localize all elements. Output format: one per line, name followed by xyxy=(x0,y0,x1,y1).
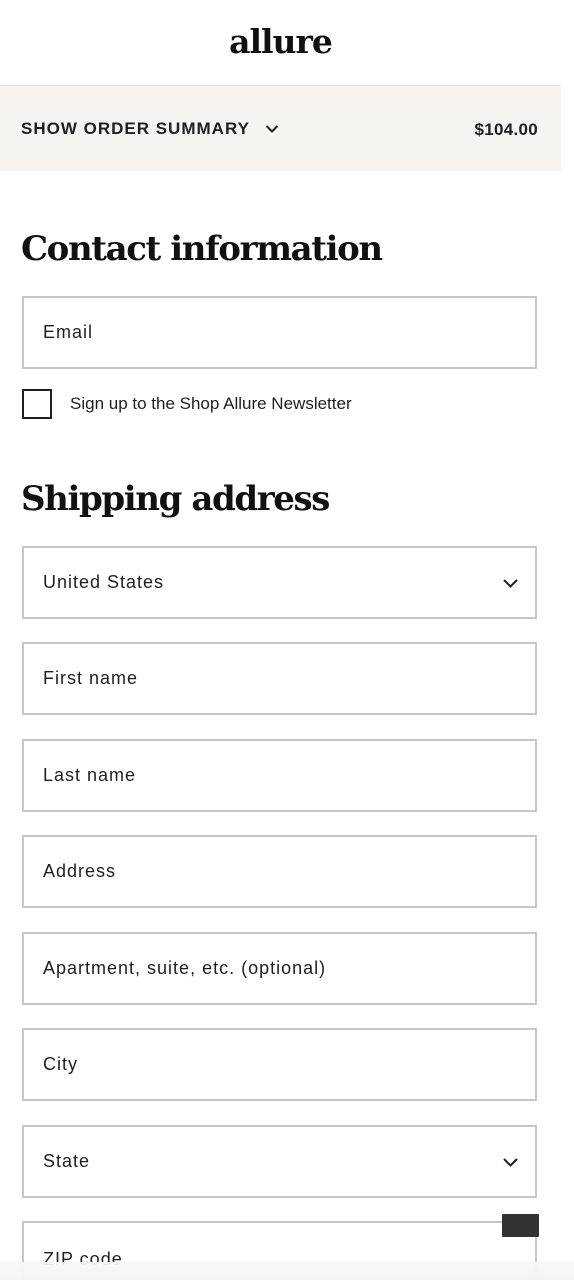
newsletter-label[interactable]: Sign up to the Shop Allure Newsletter xyxy=(70,394,352,414)
state-select[interactable]: State xyxy=(22,1125,537,1198)
apartment-input[interactable] xyxy=(24,934,535,1003)
order-summary-label: SHOW ORDER SUMMARY xyxy=(21,119,250,138)
first-name-input[interactable] xyxy=(24,644,535,713)
city-field[interactable] xyxy=(22,1028,537,1101)
allure-logo[interactable]: allure xyxy=(0,22,561,61)
apartment-field[interactable] xyxy=(22,932,537,1005)
address-input[interactable] xyxy=(24,837,535,906)
bottom-fade xyxy=(0,1262,574,1280)
site-header: allure xyxy=(0,0,561,86)
address-field[interactable] xyxy=(22,835,537,908)
chevron-down-icon xyxy=(503,579,518,588)
shipping-address-heading: Shipping address xyxy=(21,479,330,519)
show-order-summary-toggle[interactable]: SHOW ORDER SUMMARY xyxy=(21,118,280,140)
chevron-down-icon xyxy=(265,125,279,133)
order-total: $104.00 xyxy=(474,120,538,139)
chat-widget-button[interactable] xyxy=(502,1214,539,1237)
state-select-value: State xyxy=(43,1151,91,1171)
contact-information-heading: Contact information xyxy=(21,229,383,269)
email-input[interactable] xyxy=(24,298,535,367)
last-name-field[interactable] xyxy=(22,739,537,812)
country-select[interactable]: United States xyxy=(22,546,537,619)
email-field[interactable] xyxy=(22,296,537,369)
newsletter-signup[interactable]: Sign up to the Shop Allure Newsletter xyxy=(22,389,352,419)
country-select-value: United States xyxy=(43,572,165,592)
city-input[interactable] xyxy=(24,1030,535,1099)
last-name-input[interactable] xyxy=(24,741,535,810)
newsletter-checkbox[interactable] xyxy=(22,389,52,419)
first-name-field[interactable] xyxy=(22,642,537,715)
chevron-down-icon xyxy=(503,1158,518,1167)
